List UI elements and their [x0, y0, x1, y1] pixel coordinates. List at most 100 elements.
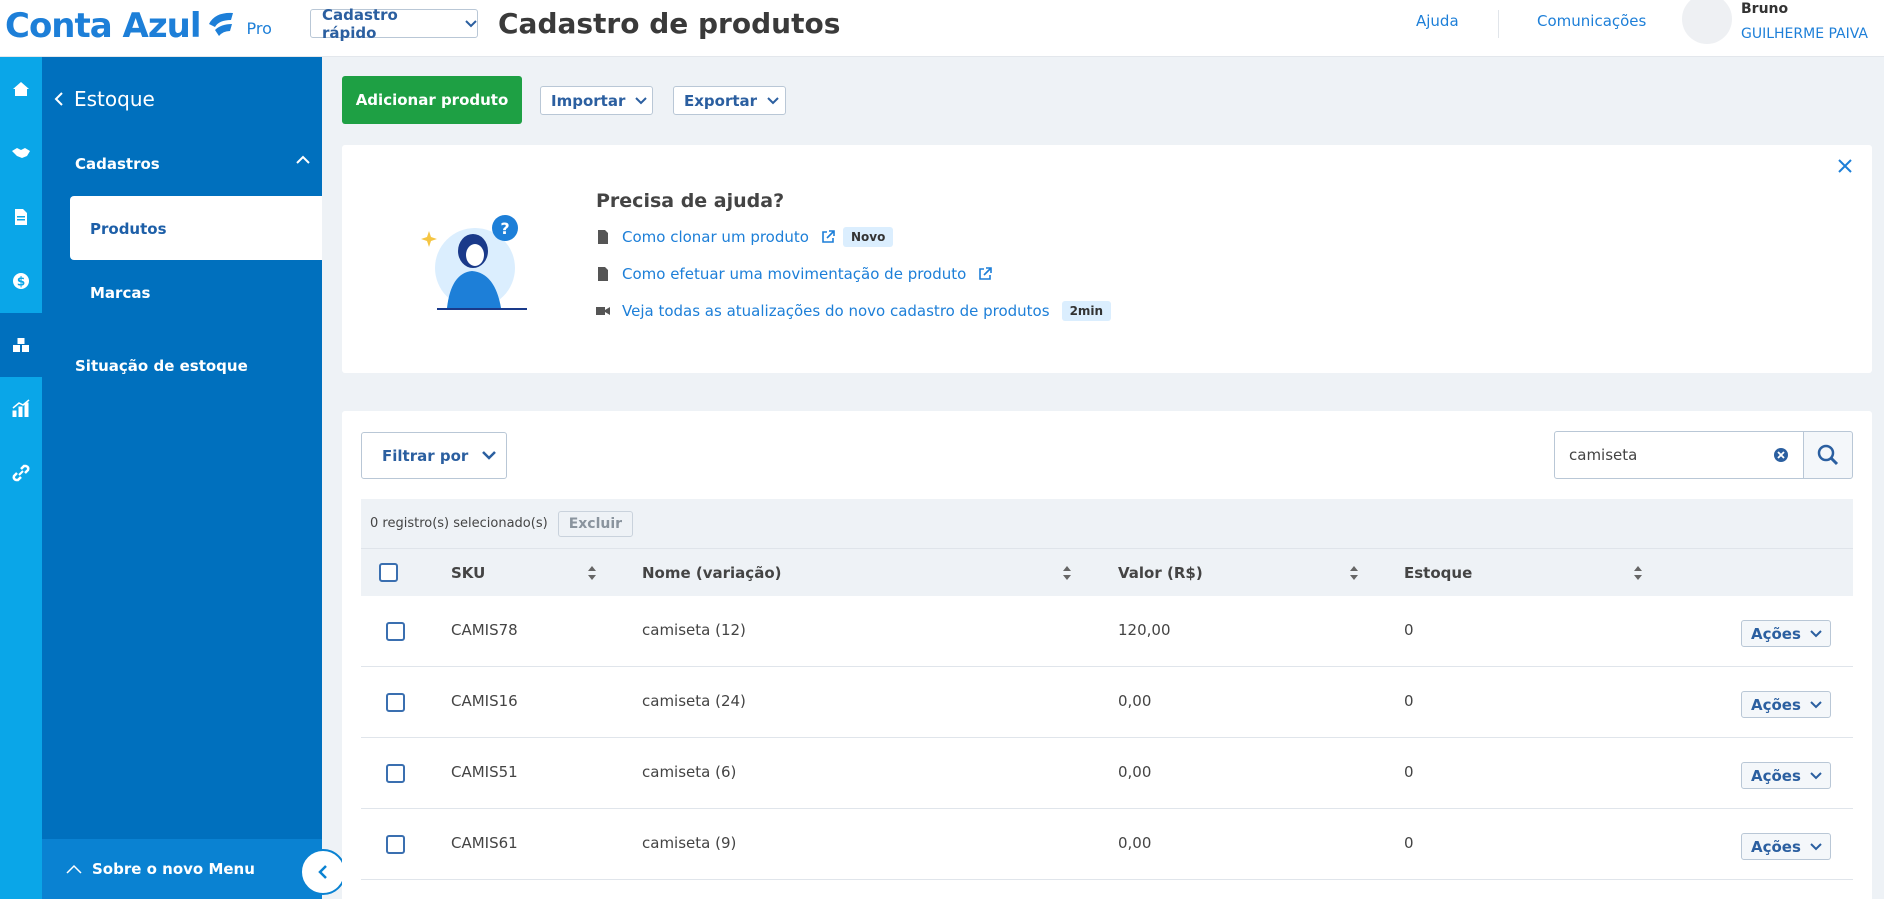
help-title: Precisa de ajuda? — [596, 190, 785, 212]
table-header: SKU Nome (variação) Valor (R$) Estoque — [361, 548, 1853, 596]
close-icon[interactable] — [1836, 157, 1854, 175]
cell-stock: 0 — [1404, 763, 1414, 781]
chevron-down-icon — [482, 451, 497, 460]
table-row: CAMIS61 camiseta (9) 0,00 0 Ações — [361, 809, 1853, 880]
money-icon: $ — [13, 273, 29, 289]
row-checkbox[interactable] — [386, 764, 405, 783]
sidebar-item-marcas[interactable]: Marcas — [90, 284, 150, 302]
sidebar-back-button[interactable]: Estoque — [54, 87, 155, 111]
document-icon — [598, 230, 608, 244]
help-link-updates-video[interactable]: Veja todas as atualizações do novo cadas… — [596, 301, 1112, 321]
col-value[interactable]: Valor (R$) — [1118, 564, 1203, 582]
actions-label: Ações — [1751, 766, 1801, 785]
rail-home[interactable] — [0, 57, 42, 121]
quick-register-button[interactable]: Cadastro rápido — [310, 6, 478, 42]
cell-stock: 0 — [1404, 834, 1414, 852]
actions-button[interactable]: Ações — [1741, 762, 1831, 789]
export-label: Exportar — [684, 91, 758, 110]
cell-value: 120,00 — [1118, 621, 1171, 639]
help-link[interactable]: Ajuda — [1416, 12, 1459, 30]
rail-finance[interactable]: $ — [0, 249, 42, 313]
chevron-up-icon — [66, 864, 82, 874]
sidebar-item-stock-situation[interactable]: Situação de estoque — [75, 357, 248, 375]
rail-sales[interactable] — [0, 121, 42, 185]
video-camera-icon — [596, 307, 610, 315]
row-checkbox[interactable] — [386, 693, 405, 712]
cell-name: camiseta (9) — [642, 834, 737, 852]
select-all-checkbox[interactable] — [379, 563, 398, 582]
actions-label: Ações — [1751, 624, 1801, 643]
sidebar-item-produtos[interactable]: Produtos — [70, 196, 322, 260]
chevron-down-icon — [1810, 629, 1822, 637]
sort-icon[interactable] — [1062, 565, 1072, 581]
row-checkbox[interactable] — [386, 622, 405, 641]
avatar[interactable] — [1682, 0, 1732, 44]
page-title: Cadastro de produtos — [498, 7, 841, 40]
user-company[interactable]: GUILHERME PAIVA — [1741, 26, 1868, 42]
sort-icon[interactable] — [1349, 565, 1359, 581]
logo[interactable]: Conta Azul Pro — [5, 2, 272, 46]
cell-value: 0,00 — [1118, 834, 1152, 852]
delete-button[interactable]: Excluir — [557, 510, 634, 537]
sidebar-footer-about-menu[interactable]: Sobre o novo Menu — [42, 839, 322, 899]
badge-new: Novo — [842, 227, 894, 247]
sort-icon[interactable] — [1633, 565, 1643, 581]
help-link-label: Como efetuar uma movimentação de produto — [622, 265, 967, 283]
sidebar-collapse-button[interactable] — [300, 849, 346, 895]
col-sku[interactable]: SKU — [451, 564, 485, 582]
col-name[interactable]: Nome (variação) — [642, 564, 781, 582]
svg-text:$: $ — [17, 275, 25, 289]
actions-label: Ações — [1751, 837, 1801, 856]
add-product-button[interactable]: Adicionar produto — [342, 76, 522, 124]
actions-button[interactable]: Ações — [1741, 620, 1831, 647]
filter-label: Filtrar por — [382, 446, 469, 465]
help-link-clone-product[interactable]: Como clonar um produto Novo — [596, 227, 894, 247]
row-checkbox[interactable] — [386, 835, 405, 854]
export-button[interactable]: Exportar — [673, 86, 786, 115]
clear-search-icon[interactable] — [1773, 447, 1789, 463]
chevron-left-icon — [318, 865, 327, 879]
import-label: Importar — [551, 91, 626, 110]
icon-rail: $ — [0, 57, 42, 899]
actions-button[interactable]: Ações — [1741, 691, 1831, 718]
logo-mark-icon — [208, 12, 233, 36]
top-header: Conta Azul Pro Cadastro rápido Cadastro … — [0, 0, 1884, 57]
link-icon — [12, 464, 30, 482]
home-icon — [13, 82, 29, 96]
rail-integrations[interactable] — [0, 441, 42, 505]
table-row: CAMIS16 camiseta (24) 0,00 0 Ações — [361, 667, 1853, 738]
import-button[interactable]: Importar — [540, 86, 653, 115]
sidebar-section-label: Cadastros — [75, 155, 160, 173]
help-link-label: Veja todas as atualizações do novo cadas… — [622, 302, 1050, 320]
boxes-icon — [13, 338, 29, 352]
handshake-icon — [12, 148, 30, 158]
user-name[interactable]: Bruno — [1741, 1, 1788, 17]
search-button[interactable] — [1803, 431, 1853, 479]
svg-text:?: ? — [500, 219, 509, 238]
help-link-movement[interactable]: Como efetuar uma movimentação de produto — [596, 265, 993, 283]
filter-button[interactable]: Filtrar por — [361, 432, 507, 479]
sort-icon[interactable] — [587, 565, 597, 581]
chevron-down-icon — [1810, 771, 1822, 779]
sidebar-section-cadastros[interactable]: Cadastros — [75, 155, 310, 173]
chevron-down-icon — [635, 96, 648, 104]
cell-name: camiseta (24) — [642, 692, 746, 710]
rail-documents[interactable] — [0, 185, 42, 249]
document-icon — [598, 267, 608, 281]
cell-sku: CAMIS51 — [451, 763, 518, 781]
actions-button[interactable]: Ações — [1741, 833, 1831, 860]
rail-reports[interactable] — [0, 377, 42, 441]
communications-link[interactable]: Comunicações — [1537, 12, 1646, 30]
help-illustration-icon: ? — [421, 215, 527, 310]
rail-stock[interactable] — [0, 313, 42, 377]
search-box — [1554, 431, 1804, 479]
help-card: ? Precisa de ajuda? Como clonar um produ… — [342, 145, 1872, 373]
table-row: CAMIS78 camiseta (12) 120,00 0 Ações — [361, 596, 1853, 667]
sidebar-back-label: Estoque — [74, 87, 155, 111]
cell-value: 0,00 — [1118, 763, 1152, 781]
cell-name: camiseta (12) — [642, 621, 746, 639]
cell-name: camiseta (6) — [642, 763, 737, 781]
col-stock[interactable]: Estoque — [1404, 564, 1472, 582]
selected-count: 0 registro(s) selecionado(s) — [370, 516, 548, 531]
search-input[interactable] — [1569, 446, 1749, 464]
